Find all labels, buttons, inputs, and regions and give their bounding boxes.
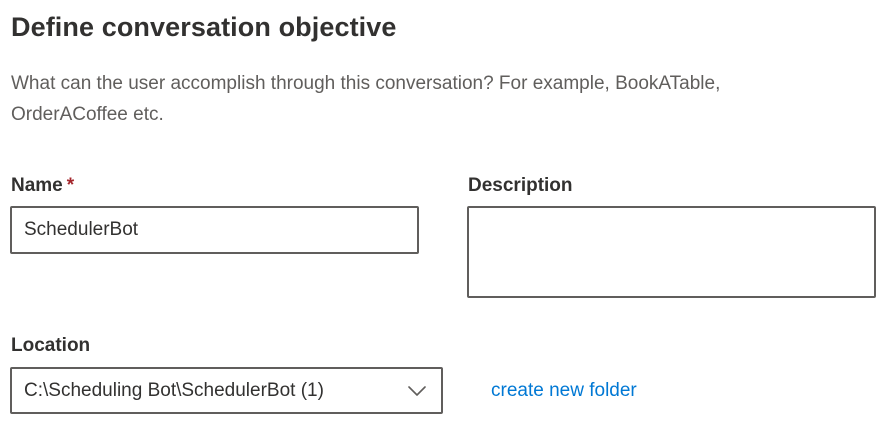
description-input[interactable] <box>469 208 874 296</box>
description-field-container <box>467 206 876 298</box>
required-marker: * <box>66 175 75 196</box>
location-dropdown[interactable]: C:\Scheduling Bot\SchedulerBot (1) <box>10 367 443 414</box>
name-label-text: Name <box>11 175 63 196</box>
create-new-folder-link[interactable]: create new folder <box>491 380 637 402</box>
name-label: Name * <box>11 175 74 197</box>
chevron-down-icon <box>405 383 429 399</box>
page-title: Define conversation objective <box>11 12 397 42</box>
name-input[interactable] <box>12 208 417 252</box>
name-field-container <box>10 206 419 254</box>
page-description: What can the user accomplish through thi… <box>11 73 721 125</box>
description-label: Description <box>468 175 573 196</box>
location-selected-value: C:\Scheduling Bot\SchedulerBot (1) <box>24 379 324 401</box>
location-label: Location <box>11 335 91 356</box>
